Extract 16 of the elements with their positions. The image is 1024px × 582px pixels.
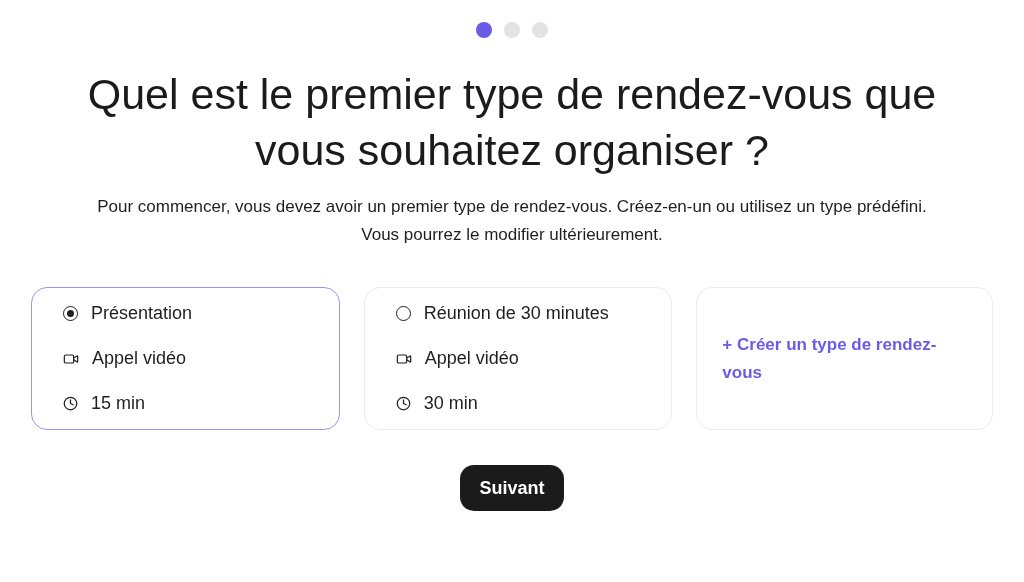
create-type-link[interactable]: + Créer un type de rendez-vous xyxy=(722,330,967,387)
page-title: Quel est le premier type de rendez-vous que vous souhaitez organiser ? xyxy=(86,69,938,176)
create-type-card[interactable]: + Créer un type de rendez-vous xyxy=(696,287,993,430)
next-button[interactable]: Suivant xyxy=(460,465,564,511)
appointment-type-card[interactable]: Présentation Appel vidéo 15 min xyxy=(31,287,340,430)
clock-icon xyxy=(395,396,411,411)
appointment-name: Réunion de 30 minutes xyxy=(423,302,609,325)
note: Vous pourrez le modifier ultérieurement. xyxy=(361,224,663,246)
description: Pour commencer, vous devez avoir un premier type de rendez-vous. Créez-en-un ou utilisez un type prédéfini. xyxy=(97,196,927,218)
appointment-duration: 30 min xyxy=(423,392,478,415)
appointment-location: Appel vidéo xyxy=(92,347,187,370)
appointment-type-card[interactable]: Réunion de 30 minutes Appel vidéo 30 min xyxy=(363,287,673,430)
appointment-location: Appel vidéo xyxy=(424,347,519,370)
appointment-duration: 15 min xyxy=(91,392,146,415)
appointment-name: Présentation xyxy=(91,302,193,325)
clock-icon xyxy=(63,396,78,411)
